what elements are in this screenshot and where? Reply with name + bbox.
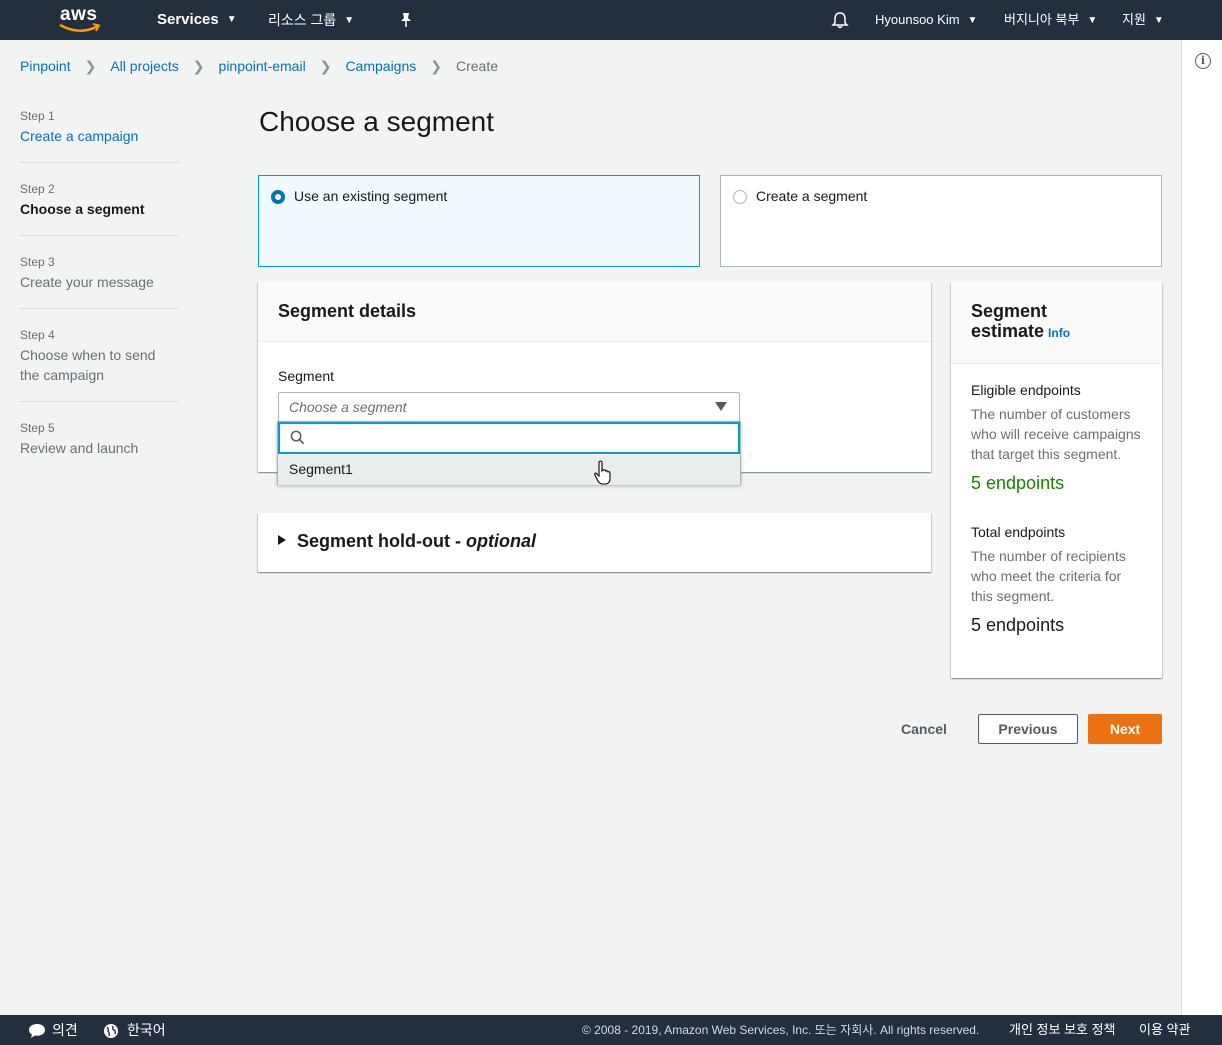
aws-logo[interactable]: aws	[58, 4, 104, 34]
segment-select[interactable]: Choose a segment	[278, 392, 740, 422]
globe-icon	[104, 1024, 118, 1039]
step-number: Step 3	[20, 255, 55, 269]
feedback-label: 의견	[52, 1022, 78, 1038]
help-panel-strip: i	[1181, 40, 1222, 1015]
holdout-optional: optional	[465, 531, 536, 551]
step-current-choose-segment: Choose a segment	[20, 201, 145, 217]
total-endpoints-label: Total endpoints	[971, 524, 1066, 540]
step-create-message: Create your message	[20, 274, 154, 290]
step-review-launch: Review and launch	[20, 440, 139, 456]
caret-right-icon	[278, 535, 286, 546]
language-selector[interactable]: 한국어	[103, 1015, 166, 1045]
breadcrumb-pinpoint[interactable]: Pinpoint	[20, 58, 71, 74]
step-1: Step 1 Create a campaign	[20, 106, 178, 163]
chevron-right-icon: ❯	[430, 57, 442, 74]
search-icon	[290, 430, 305, 445]
chevron-right-icon: ❯	[84, 57, 97, 74]
eligible-endpoints-description: The number of customers who will receive…	[971, 406, 1141, 462]
radio-unselected-icon[interactable]	[733, 190, 747, 204]
select-placeholder: Choose a segment	[289, 399, 407, 415]
step-choose-when: Choose when to send the campaign	[20, 347, 156, 383]
resource-groups-menu[interactable]: 리소스 그룹 ▼	[268, 0, 354, 40]
bell-icon[interactable]	[830, 10, 850, 30]
step-number: Step 4	[20, 328, 55, 342]
holdout-title[interactable]: Segment hold-out - optional	[278, 531, 536, 552]
previous-button[interactable]: Previous	[978, 714, 1078, 744]
privacy-policy-link[interactable]: 개인 정보 보호 정책	[1009, 1015, 1116, 1045]
user-menu[interactable]: Hyounsoo Kim ▼	[875, 0, 977, 40]
estimate-body: Eligible endpoints The number of custome…	[951, 364, 1162, 652]
terms-of-use-link[interactable]: 이용 약관	[1139, 1015, 1190, 1045]
info-icon[interactable]: i	[1195, 53, 1211, 69]
breadcrumb-project[interactable]: pinpoint-email	[219, 58, 306, 74]
step-link-create-campaign[interactable]: Create a campaign	[20, 126, 178, 146]
tile-label: Use an existing segment	[294, 188, 448, 204]
holdout-label: Segment hold-out -	[297, 531, 466, 551]
caret-down-icon	[715, 402, 727, 411]
next-button[interactable]: Next	[1088, 714, 1162, 744]
breadcrumb-campaigns[interactable]: Campaigns	[345, 58, 416, 74]
support-label: 지원	[1122, 12, 1146, 27]
breadcrumb-current: Create	[456, 58, 499, 74]
chevron-down-icon: ▼	[344, 15, 355, 27]
total-endpoints-description: The number of recipients who meet the cr…	[971, 548, 1126, 604]
footer: 의견 한국어 © 2008 - 2019, Amazon Web Service…	[0, 1015, 1222, 1045]
segment-field-label: Segment	[278, 368, 335, 384]
breadcrumb: Pinpoint ❯ All projects ❯ pinpoint-email…	[20, 56, 498, 76]
cancel-button[interactable]: Cancel	[888, 714, 960, 744]
estimate-title-line1: Segment	[971, 301, 1048, 321]
panel-header: Segment details	[258, 282, 931, 342]
services-menu[interactable]: Services ▼	[157, 0, 237, 40]
step-number: Step 1	[20, 109, 55, 123]
segment-estimate-panel: Segment estimate Info Eligible endpoints …	[951, 282, 1162, 678]
wizard-steps: Step 1 Create a campaign Step 2 Choose a…	[20, 106, 178, 490]
step-number: Step 2	[20, 182, 55, 196]
segment-dropdown: Segment1	[277, 421, 741, 485]
tile-label: Create a segment	[756, 188, 868, 204]
chevron-right-icon: ❯	[192, 57, 205, 74]
aws-smile-icon	[59, 23, 101, 32]
step-5: Step 5 Review and launch	[20, 418, 178, 474]
radio-selected-icon[interactable]	[271, 190, 285, 204]
page-title: Choose a segment	[259, 106, 495, 137]
feedback-link[interactable]: 의견	[28, 1015, 78, 1045]
copyright-text: © 2008 - 2019, Amazon Web Services, Inc.…	[582, 1023, 980, 1037]
chevron-down-icon: ▼	[226, 14, 237, 26]
speech-bubble-icon	[29, 1024, 45, 1039]
resource-groups-label: 리소스 그룹	[268, 12, 337, 28]
estimate-title-line2: estimate	[971, 321, 1045, 341]
dropdown-search-input[interactable]	[278, 422, 740, 454]
total-endpoints-value: 5 endpoints	[971, 615, 1065, 635]
step-2: Step 2 Choose a segment	[20, 179, 178, 236]
support-menu[interactable]: 지원 ▼	[1122, 0, 1164, 40]
top-navigation: aws Services ▼ 리소스 그룹 ▼ Hyounsoo Kim ▼ 버지니아…	[0, 0, 1222, 40]
step-4: Step 4 Choose when to send the campaign	[20, 325, 178, 402]
breadcrumb-all-projects[interactable]: All projects	[110, 58, 178, 74]
chevron-right-icon: ❯	[319, 57, 332, 74]
region-menu[interactable]: 버지니아 북부 ▼	[1004, 0, 1097, 40]
dropdown-option-segment1[interactable]: Segment1	[278, 455, 740, 485]
pushpin-icon[interactable]	[396, 10, 416, 30]
info-link[interactable]: Info	[1048, 326, 1070, 340]
region-label: 버지니아 북부	[1004, 12, 1080, 27]
chevron-down-icon: ▼	[967, 14, 978, 26]
chevron-down-icon: ▼	[1087, 14, 1098, 26]
segment-holdout-panel[interactable]: Segment hold-out - optional	[258, 513, 931, 572]
estimate-header: Segment estimate Info	[951, 282, 1162, 364]
eligible-endpoints-label: Eligible endpoints	[971, 382, 1081, 398]
step-number: Step 5	[20, 421, 55, 435]
chevron-down-icon: ▼	[1153, 14, 1164, 26]
eligible-endpoints-value: 5 endpoints	[971, 473, 1065, 493]
user-name: Hyounsoo Kim	[875, 12, 960, 27]
services-label: Services	[157, 11, 219, 28]
tile-create-segment[interactable]: Create a segment	[720, 175, 1162, 267]
step-3: Step 3 Create your message	[20, 252, 178, 309]
hand-pointer-cursor-icon	[594, 460, 611, 485]
tile-use-existing-segment[interactable]: Use an existing segment	[258, 175, 700, 267]
language-label: 한국어	[127, 1022, 166, 1038]
